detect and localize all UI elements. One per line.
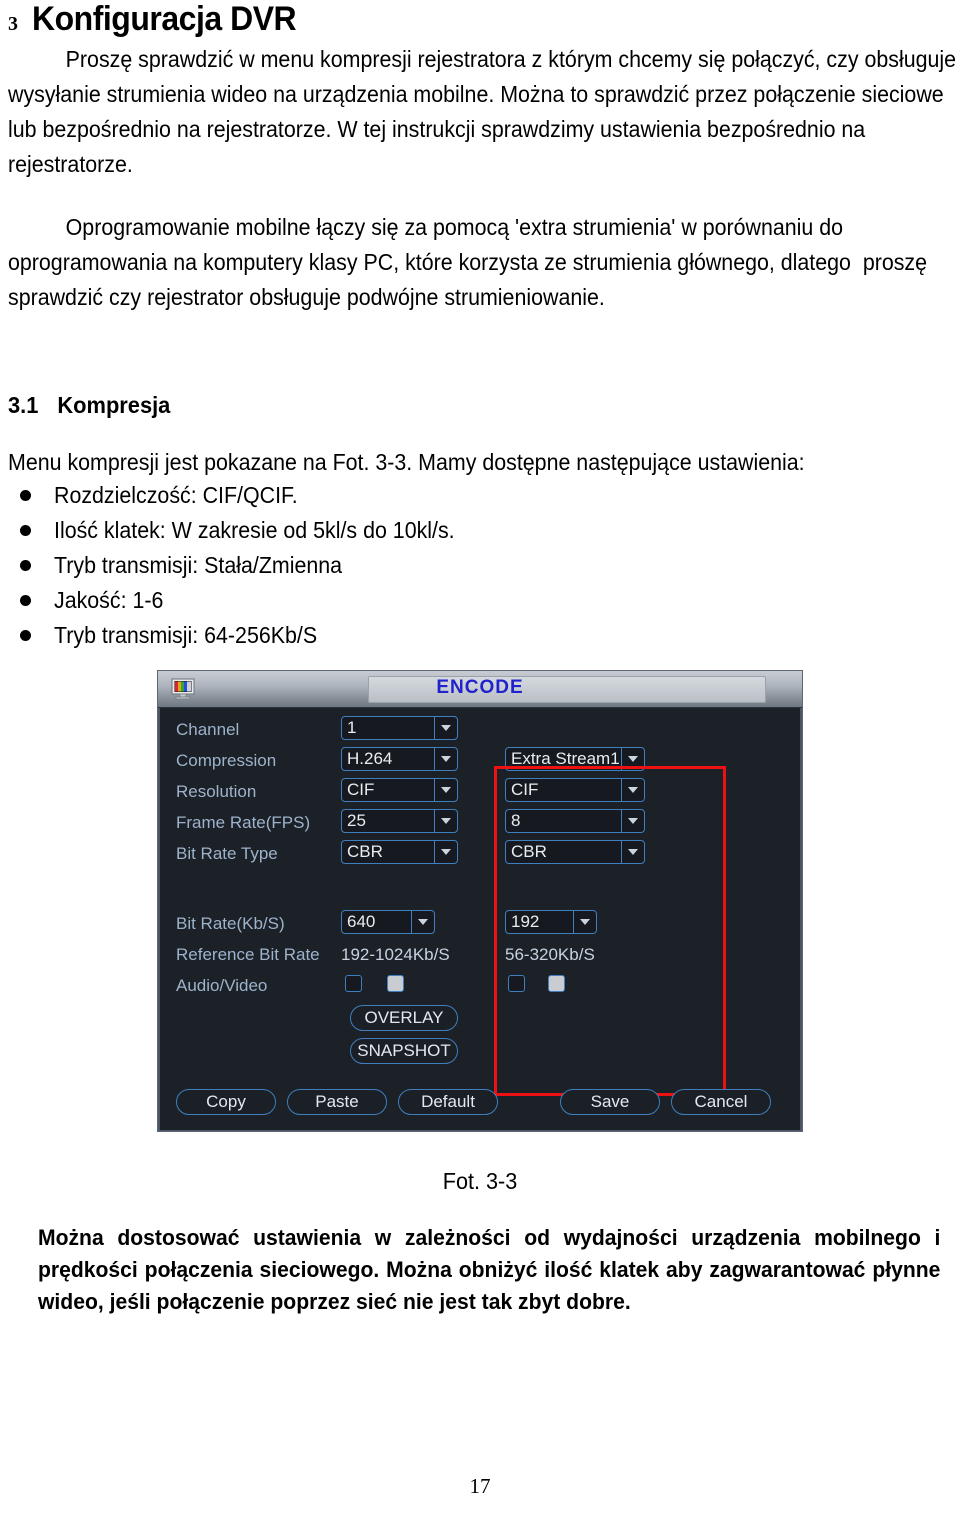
chevron-down-icon[interactable] bbox=[411, 911, 434, 933]
chevron-down-icon[interactable] bbox=[621, 748, 644, 770]
bullet-dot-icon bbox=[20, 630, 31, 641]
chevron-down-icon[interactable] bbox=[434, 810, 457, 832]
settings-bullet-list: Rozdzielczość: CIF/QCIF. Ilość klatek: W… bbox=[8, 478, 908, 653]
chevron-down-icon[interactable] bbox=[621, 841, 644, 863]
chevron-down-icon[interactable] bbox=[434, 717, 457, 739]
checkbox-video-extra[interactable] bbox=[548, 975, 565, 992]
select-frame-rate-main[interactable]: 25 bbox=[341, 809, 458, 833]
dialog-title: ENCODE bbox=[436, 677, 524, 698]
chevron-down-icon[interactable] bbox=[573, 911, 596, 933]
list-item-label: Jakość: 1-6 bbox=[54, 587, 164, 613]
bullet-dot-icon bbox=[20, 525, 31, 536]
chevron-down-icon[interactable] bbox=[434, 841, 457, 863]
cancel-button[interactable]: Cancel bbox=[671, 1089, 771, 1115]
select-compression-main[interactable]: H.264 bbox=[341, 747, 458, 771]
label-frame-rate: Frame Rate(FPS) bbox=[176, 813, 311, 832]
chevron-down-icon[interactable] bbox=[621, 810, 644, 832]
dialog-titlebar: ENCODE bbox=[158, 671, 802, 708]
label-bit-rate-type: Bit Rate Type bbox=[176, 844, 278, 863]
section-number: 3.1 bbox=[8, 392, 39, 418]
dialog-body: Channel Compression Resolution Frame Rat… bbox=[158, 708, 802, 1131]
section-title: Kompresja bbox=[57, 392, 171, 418]
select-resolution-extra-value: CIF bbox=[511, 780, 539, 799]
select-channel[interactable]: 1 bbox=[341, 716, 458, 740]
reference-bit-rate-extra-value: 56-320Kb/S bbox=[505, 945, 595, 964]
snapshot-button[interactable]: SNAPSHOT bbox=[350, 1038, 458, 1064]
select-frame-rate-extra[interactable]: 8 bbox=[505, 809, 645, 833]
list-item-label: Tryb transmisji: 64-256Kb/S bbox=[54, 622, 318, 648]
select-compression-main-value: H.264 bbox=[347, 749, 393, 768]
select-bit-rate-extra-value: 192 bbox=[511, 912, 540, 931]
encode-dialog: ENCODE Channel Compression Resolution Fr… bbox=[157, 670, 803, 1132]
chevron-down-icon[interactable] bbox=[434, 748, 457, 770]
select-resolution-extra[interactable]: CIF bbox=[505, 778, 645, 802]
list-item: Tryb transmisji: Stała/Zmienna bbox=[8, 548, 908, 583]
select-extra-stream-value: Extra Stream1 bbox=[511, 749, 620, 768]
label-audio-video: Audio/Video bbox=[176, 976, 268, 995]
heading-title: Konfiguracja DVR bbox=[32, 0, 297, 38]
label-reference-bit-rate: Reference Bit Rate bbox=[176, 945, 320, 964]
select-extra-stream[interactable]: Extra Stream1 bbox=[505, 747, 645, 771]
overlay-button[interactable]: OVERLAY bbox=[350, 1005, 458, 1031]
select-frame-rate-extra-value: 8 bbox=[511, 811, 521, 830]
label-channel: Channel bbox=[176, 720, 240, 739]
select-frame-rate-main-value: 25 bbox=[347, 811, 366, 830]
chevron-down-icon[interactable] bbox=[434, 779, 457, 801]
intro-paragraph: Proszę sprawdzić w menu kompresji rejest… bbox=[8, 46, 957, 177]
list-item: Tryb transmisji: 64-256Kb/S bbox=[8, 618, 908, 653]
select-bit-rate-type-main[interactable]: CBR bbox=[341, 840, 458, 864]
save-button[interactable]: Save bbox=[560, 1089, 660, 1115]
checkbox-video-main[interactable] bbox=[387, 975, 404, 992]
select-bit-rate-main-value: 640 bbox=[347, 912, 376, 931]
bullet-dot-icon bbox=[20, 560, 31, 571]
list-item-label: Rozdzielczość: CIF/QCIF. bbox=[54, 482, 298, 508]
reference-bit-rate-main-value: 192-1024Kb/S bbox=[341, 945, 450, 964]
select-bit-rate-main[interactable]: 640 bbox=[341, 910, 435, 934]
select-bit-rate-type-extra-value: CBR bbox=[511, 842, 547, 861]
select-bit-rate-type-main-value: CBR bbox=[347, 842, 383, 861]
list-item: Ilość klatek: W zakresie od 5kl/s do 10k… bbox=[8, 513, 908, 548]
document-page: 3 Konfiguracja DVR Proszę sprawdzić w me… bbox=[0, 0, 960, 1529]
section-heading: 3.1 Kompresja bbox=[8, 392, 170, 419]
page-number: 17 bbox=[469, 1474, 491, 1498]
label-compression: Compression bbox=[176, 751, 277, 770]
list-item: Jakość: 1-6 bbox=[8, 583, 908, 618]
select-resolution-main[interactable]: CIF bbox=[341, 778, 458, 802]
select-resolution-main-value: CIF bbox=[347, 780, 375, 799]
default-button[interactable]: Default bbox=[398, 1089, 498, 1115]
list-item: Rozdzielczość: CIF/QCIF. bbox=[8, 478, 908, 513]
paste-button[interactable]: Paste bbox=[287, 1089, 387, 1115]
bullet-dot-icon bbox=[20, 595, 31, 606]
checkbox-audio-extra[interactable] bbox=[508, 975, 525, 992]
bullet-dot-icon bbox=[20, 490, 31, 501]
select-bit-rate-extra[interactable]: 192 bbox=[505, 910, 597, 934]
list-item-label: Ilość klatek: W zakresie od 5kl/s do 10k… bbox=[54, 517, 455, 543]
select-channel-value: 1 bbox=[347, 718, 357, 737]
label-bit-rate: Bit Rate(Kb/S) bbox=[176, 914, 285, 933]
label-resolution: Resolution bbox=[176, 782, 257, 801]
settings-intro-paragraph: Menu kompresji jest pokazane na Fot. 3-3… bbox=[8, 449, 805, 475]
select-bit-rate-type-extra[interactable]: CBR bbox=[505, 840, 645, 864]
copy-button[interactable]: Copy bbox=[176, 1089, 276, 1115]
chevron-down-icon[interactable] bbox=[621, 779, 644, 801]
figure-caption: Fot. 3-3 bbox=[442, 1168, 518, 1194]
checkbox-audio-main[interactable] bbox=[345, 975, 362, 992]
extra-stream-paragraph: Oprogramowanie mobilne łączy się za pomo… bbox=[8, 214, 933, 310]
list-item-label: Tryb transmisji: Stała/Zmienna bbox=[54, 552, 343, 578]
page-title: 3 Konfiguracja DVR bbox=[8, 0, 313, 39]
note-paragraph: Można dostosować ustawienia w zależności… bbox=[38, 1225, 941, 1314]
heading-number: 3 bbox=[8, 13, 18, 35]
